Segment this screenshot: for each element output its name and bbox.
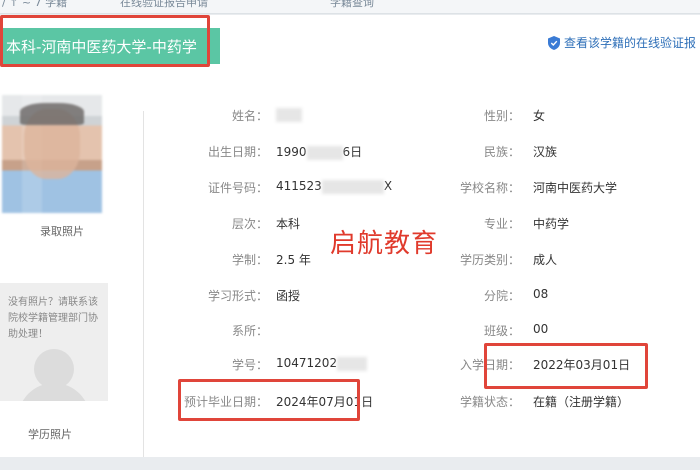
redacted-mask	[276, 107, 302, 122]
field-label-name: 姓名：	[231, 109, 268, 123]
shield-icon	[547, 35, 560, 50]
field-value-school: 河南中医药大学	[533, 181, 618, 195]
field-value-expected-graduation: 2024年07月01日	[276, 395, 374, 409]
field-value-status: 在籍（注册学籍）	[533, 395, 630, 409]
redacted-mask	[321, 179, 384, 194]
record-tab[interactable]: 本科-河南中医药大学-中药学	[0, 28, 220, 64]
redacted-mask	[337, 356, 368, 371]
enrollment-photo-caption: 录取照片	[40, 225, 84, 238]
field-label-major: 专业：	[483, 217, 520, 231]
top-nav-strip: / ↑ ~ 7 学籍 在线验证报告申请 学籍查询	[0, 0, 700, 14]
field-label-expected-graduation: 预计毕业日期：	[183, 395, 268, 409]
field-label-duration: 学制：	[231, 253, 268, 267]
photo-column: 录取照片 没有照片？请联系该院校学籍管理部门协助处理！ 学历照片	[0, 85, 138, 457]
field-label-enrollment-date: 入学日期：	[459, 358, 520, 372]
field-label-status: 学籍状态：	[459, 395, 520, 409]
field-label-id-number: 证件号码：	[207, 181, 268, 195]
field-value-level: 本科	[276, 217, 301, 231]
top-nav-fragment-1[interactable]: / ↑ ~ 7 学籍	[2, 0, 67, 10]
field-label-study-mode: 学习形式：	[207, 289, 268, 303]
field-value-id-number: 411523 X	[276, 179, 393, 194]
verify-report-link[interactable]: 查看该学籍的在线验证报	[547, 34, 696, 51]
field-label-birthdate: 出生日期：	[207, 145, 268, 159]
field-value-birthdate: 1990 6日	[276, 145, 363, 160]
field-value-gender: 女	[533, 109, 546, 123]
field-label-class: 班级：	[483, 324, 520, 338]
field-value-branch: 08	[533, 287, 549, 301]
avatar-placeholder-body	[18, 383, 90, 401]
enrollment-photo	[2, 95, 102, 213]
field-value-enrollment-date: 2022年03月01日	[533, 358, 631, 372]
column-divider	[143, 111, 144, 457]
field-label-branch: 分院：	[483, 289, 520, 303]
top-nav-fragment-2[interactable]: 在线验证报告申请	[120, 0, 208, 10]
verify-report-label: 查看该学籍的在线验证报	[563, 36, 696, 50]
field-value-class: 00	[533, 322, 549, 336]
field-label-student-id: 学号：	[231, 358, 268, 372]
field-label-gender: 性别：	[483, 109, 520, 123]
degree-photo-placeholder: 没有照片？请联系该院校学籍管理部门协助处理！	[0, 283, 108, 401]
redacted-mask	[306, 145, 343, 160]
field-label-education-type: 学历类别：	[459, 253, 520, 267]
field-value-education-type: 成人	[533, 253, 558, 267]
record-tab-label: 本科-河南中医药大学-中药学	[6, 37, 197, 56]
field-label-level: 层次：	[231, 217, 268, 231]
field-label-department: 系所：	[231, 324, 268, 338]
field-label-school: 学校名称：	[459, 181, 520, 195]
field-value-ethnicity: 汉族	[533, 145, 558, 159]
top-nav-fragment-3[interactable]: 学籍查询	[330, 0, 374, 10]
field-value-major: 中药学	[533, 217, 570, 231]
page-bottom-strip	[0, 457, 700, 470]
degree-photo-caption: 学历照片	[28, 428, 72, 441]
field-value-duration: 2.5 年	[276, 253, 311, 267]
field-value-student-id: 10471202	[276, 356, 368, 371]
overlay-watermark-text: 启航教育	[330, 229, 439, 259]
student-status-card: 本科-河南中医药大学-中药学 查看该学籍的在线验证报 录取照片 没有照片？请联系…	[0, 15, 700, 457]
field-value-name	[276, 107, 302, 122]
field-label-ethnicity: 民族：	[483, 145, 520, 159]
field-value-study-mode: 函授	[276, 289, 301, 303]
missing-photo-message: 没有照片？请联系该院校学籍管理部门协助处理！	[8, 297, 98, 340]
